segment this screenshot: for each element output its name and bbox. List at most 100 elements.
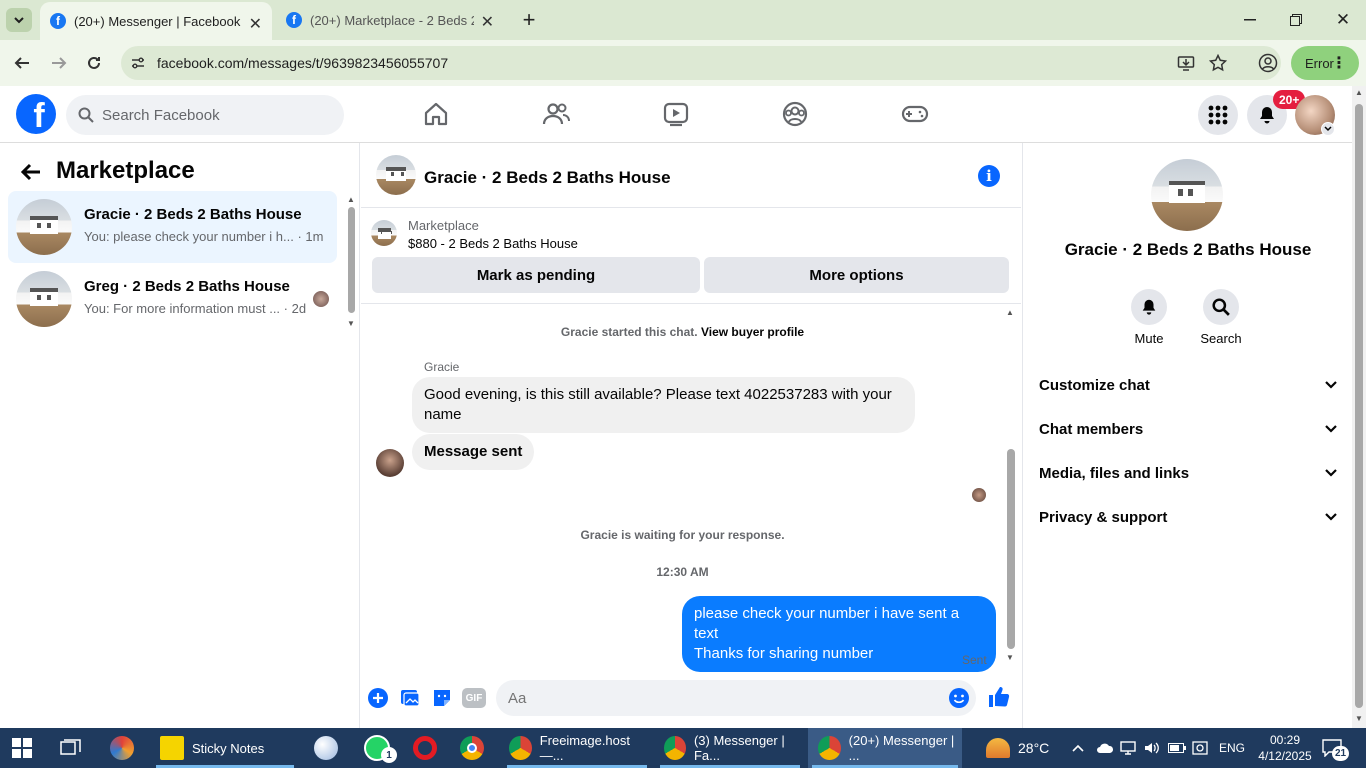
plus-icon[interactable]	[367, 687, 389, 709]
volume-icon[interactable]	[1144, 728, 1162, 768]
profile-error-button[interactable]: Error ⋮	[1291, 46, 1359, 80]
scroll-down-arrow[interactable]: ▼	[1006, 653, 1014, 662]
video-nav-icon[interactable]	[662, 100, 690, 128]
conversation-list-scrollbar[interactable]	[348, 207, 355, 313]
conversation-item[interactable]: Greg · 2 Beds 2 Baths House You: For mor…	[8, 263, 337, 335]
page-scrollbar[interactable]: ▲ ▼	[1352, 86, 1366, 728]
chat-info-avatar[interactable]	[1151, 159, 1223, 231]
weather-widget[interactable]: 28°C	[986, 728, 1058, 768]
sticky-notes-icon	[160, 736, 184, 760]
search-icon	[78, 107, 94, 123]
taskbar-sticky-notes[interactable]: Sticky Notes	[152, 728, 298, 768]
opera-icon[interactable]	[413, 728, 439, 768]
tab-search-button[interactable]	[6, 8, 32, 32]
reload-button[interactable]	[83, 52, 105, 74]
message-input[interactable]	[496, 680, 916, 716]
clock[interactable]: 00:29 4/12/2025	[1258, 728, 1312, 768]
reload-icon	[88, 56, 100, 69]
bell-icon	[1260, 107, 1274, 124]
media-files-links-section[interactable]: Media, files and links	[1039, 461, 1337, 485]
arrow-left-icon	[14, 57, 29, 69]
chrome-icon	[509, 736, 532, 760]
taskbar-messenger-3[interactable]: (3) Messenger | Fa...	[656, 728, 804, 768]
facebook-logo-icon[interactable]: f	[16, 94, 56, 134]
chrome-icon[interactable]	[460, 728, 488, 768]
chat-members-section[interactable]: Chat members	[1039, 417, 1337, 441]
notification-center[interactable]: 21	[1322, 728, 1350, 768]
groups-nav-icon[interactable]	[781, 100, 809, 128]
back-button[interactable]	[11, 52, 33, 74]
gaming-nav-icon[interactable]	[901, 100, 929, 128]
chat-avatar[interactable]	[376, 155, 416, 195]
back-arrow-icon[interactable]	[20, 161, 44, 185]
facebook-search[interactable]: Search Facebook	[66, 95, 344, 135]
show-hidden-icons[interactable]	[1072, 728, 1088, 768]
battery-icon[interactable]	[1168, 728, 1186, 768]
more-options-button[interactable]: More options	[704, 257, 1009, 293]
chat-title[interactable]: Gracie · 2 Beds 2 Baths House	[424, 168, 671, 188]
chat-started-notice: Gracie started this chat. View buyer pro…	[560, 325, 805, 339]
weather-icon	[986, 738, 1010, 758]
mute-action[interactable]: Mute	[1119, 289, 1179, 346]
home-nav-icon[interactable]	[422, 100, 450, 128]
message-composer[interactable]	[496, 680, 976, 716]
listing-thumbnail	[16, 271, 72, 327]
restore-button[interactable]	[1286, 10, 1306, 30]
close-tab-icon[interactable]: ✕	[481, 12, 494, 32]
info-icon[interactable]: i	[978, 165, 1000, 187]
chat-info-name: Gracie · 2 Beds 2 Baths House	[1064, 240, 1312, 259]
snipping-tool-icon[interactable]	[110, 728, 136, 768]
weather-app-icon[interactable]	[314, 728, 342, 768]
page-scrollbar-thumb[interactable]	[1355, 104, 1363, 708]
menu-button[interactable]	[1198, 95, 1238, 135]
forward-button[interactable]	[48, 52, 70, 74]
windows-start-icon[interactable]	[12, 728, 36, 768]
scroll-up-arrow[interactable]: ▲	[1006, 308, 1014, 317]
privacy-support-section[interactable]: Privacy & support	[1039, 505, 1337, 529]
browser-toolbar: facebook.com/messages/t/9639823456055707…	[0, 40, 1366, 86]
outgoing-message[interactable]: please check your number i have sent a t…	[682, 596, 996, 672]
language-indicator[interactable]: ENG	[1219, 728, 1245, 768]
view-buyer-profile-link[interactable]: View buyer profile	[701, 325, 804, 339]
sender-label: Gracie	[424, 360, 460, 374]
profile-button[interactable]	[1257, 52, 1279, 74]
incoming-message[interactable]: Good evening, is this still available? P…	[412, 377, 915, 433]
incoming-message[interactable]: Message sent	[412, 434, 535, 470]
address-bar[interactable]: facebook.com/messages/t/9639823456055707	[121, 46, 1281, 80]
windows-taskbar: Sticky Notes 1 Freeimage.host —... (3) M…	[0, 728, 1366, 768]
camera-icon[interactable]	[1192, 728, 1210, 768]
conversation-item[interactable]: Gracie · 2 Beds 2 Baths House You: pleas…	[8, 191, 337, 263]
task-view-icon[interactable]	[60, 728, 84, 768]
whatsapp-icon[interactable]: 1	[364, 728, 397, 768]
tab-marketplace[interactable]: f (20+) Marketplace - 2 Beds 2 Ba ✕	[278, 0, 504, 40]
tab-messenger[interactable]: f (20+) Messenger | Facebook ✕	[40, 2, 272, 40]
close-tab-icon[interactable]: ✕	[249, 14, 262, 34]
taskbar-freeimage[interactable]: Freeimage.host —...	[503, 728, 651, 768]
chat-scrollbar[interactable]	[1007, 449, 1015, 649]
install-app-icon	[1177, 56, 1195, 71]
minimize-button[interactable]	[1240, 10, 1260, 30]
photo-icon[interactable]	[399, 687, 421, 709]
listing-thumbnail	[371, 220, 397, 246]
thumbs-up-icon[interactable]	[987, 685, 1011, 709]
gif-button[interactable]: GIF	[462, 688, 486, 708]
taskbar-messenger-20[interactable]: (20+) Messenger | ...	[808, 728, 962, 768]
onedrive-icon[interactable]	[1096, 728, 1114, 768]
chat-panel: Gracie · 2 Beds 2 Baths House i Marketpl…	[361, 143, 1021, 728]
network-icon[interactable]	[1120, 728, 1138, 768]
sent-status: Sent	[962, 653, 987, 667]
sticker-icon[interactable]	[431, 687, 453, 709]
emoji-icon[interactable]	[948, 687, 970, 709]
listing-title[interactable]: $880 - 2 Beds 2 Baths House	[408, 236, 578, 251]
friends-nav-icon[interactable]	[542, 100, 570, 128]
mark-as-pending-button[interactable]: Mark as pending	[372, 257, 700, 293]
sender-avatar[interactable]	[376, 449, 404, 477]
scroll-down-arrow[interactable]: ▼	[347, 319, 355, 328]
arrow-right-icon	[52, 57, 67, 69]
customize-chat-section[interactable]: Customize chat	[1039, 373, 1337, 397]
account-chevron-icon[interactable]	[1321, 122, 1335, 136]
scroll-up-arrow[interactable]: ▲	[347, 195, 355, 204]
search-action[interactable]: Search	[1191, 289, 1251, 346]
close-window-button[interactable]: ✕	[1333, 10, 1353, 30]
new-tab-button[interactable]: +	[519, 7, 539, 32]
